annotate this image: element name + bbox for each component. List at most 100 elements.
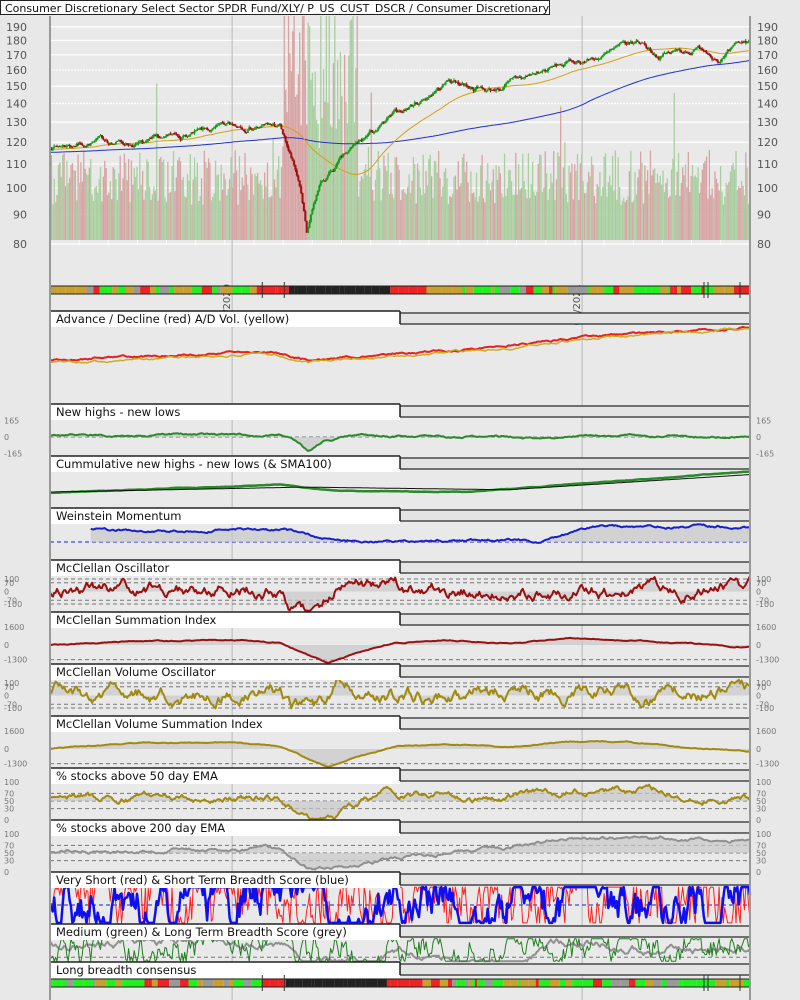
volume-bar bbox=[358, 196, 360, 240]
candle-body bbox=[347, 150, 350, 153]
candle-body bbox=[506, 81, 509, 84]
color-bar-segment bbox=[251, 979, 262, 987]
candle-body bbox=[353, 143, 356, 146]
volume-bar bbox=[278, 156, 280, 240]
candle-body bbox=[701, 48, 704, 51]
color-bar-segment bbox=[379, 286, 391, 294]
volume-bar bbox=[432, 197, 434, 240]
volume-bar bbox=[617, 157, 619, 240]
color-bar-segment bbox=[713, 286, 725, 294]
color-bar-segment bbox=[150, 286, 156, 294]
volume-bar bbox=[172, 151, 175, 240]
volume-bar bbox=[156, 83, 158, 241]
volume-bar bbox=[280, 167, 283, 240]
candle-body bbox=[164, 136, 167, 138]
color-bar-segment bbox=[302, 979, 312, 987]
volume-bar bbox=[609, 175, 611, 240]
candle-body bbox=[643, 42, 646, 45]
candle-body bbox=[316, 190, 319, 195]
color-bar-segment bbox=[533, 286, 542, 294]
color-bar-segment bbox=[288, 286, 295, 294]
candle-body bbox=[618, 43, 621, 46]
volume-bar bbox=[508, 170, 510, 240]
volume-bar bbox=[362, 178, 364, 240]
volume-bar bbox=[397, 164, 399, 240]
candle-body bbox=[392, 110, 395, 114]
volume-bar bbox=[738, 186, 740, 240]
color-bar-segment bbox=[604, 286, 607, 294]
panel-axis-label-left: -100 bbox=[4, 704, 22, 713]
volume-bar bbox=[502, 197, 504, 240]
candle-body bbox=[412, 105, 415, 107]
panel-axis-label-right: 0 bbox=[756, 816, 761, 825]
candle-body bbox=[308, 221, 311, 228]
volume-bar bbox=[56, 194, 58, 240]
color-bar-segment bbox=[108, 286, 113, 294]
volume-bar bbox=[223, 173, 225, 240]
panel-axis-label-right: 70 bbox=[756, 683, 766, 692]
consensus-color-bar bbox=[50, 979, 750, 987]
volume-bar bbox=[729, 171, 732, 240]
candle-body bbox=[387, 117, 390, 119]
color-bar-segment bbox=[631, 979, 636, 987]
candle-body bbox=[569, 59, 572, 61]
candle-body bbox=[604, 53, 607, 55]
volume-bar bbox=[436, 172, 438, 240]
volume-bar bbox=[426, 185, 429, 240]
color-bar-segment bbox=[73, 979, 84, 987]
panel-axis-label-left: 0 bbox=[4, 692, 9, 701]
volume-bar bbox=[526, 198, 528, 240]
volume-bar bbox=[496, 179, 499, 240]
candle-body bbox=[281, 129, 284, 134]
volume-bar bbox=[561, 187, 563, 240]
color-bar-segment bbox=[213, 979, 224, 987]
volume-bar bbox=[435, 161, 437, 240]
volume-bar bbox=[412, 157, 415, 240]
volume-bar bbox=[690, 176, 692, 240]
panel-axis-label-left: 30 bbox=[4, 805, 14, 814]
color-bar-segment bbox=[241, 286, 251, 294]
volume-bar bbox=[217, 174, 220, 240]
volume-bar bbox=[550, 173, 552, 240]
candle-body bbox=[82, 145, 85, 147]
volume-bar bbox=[367, 146, 370, 240]
volume-bar bbox=[355, 68, 357, 240]
candle-body bbox=[314, 200, 317, 204]
volume-bar bbox=[213, 193, 215, 240]
price-axis-label-left: 170 bbox=[6, 49, 27, 62]
candle-body bbox=[176, 134, 179, 136]
candle-body bbox=[649, 48, 652, 51]
volume-bar bbox=[336, 60, 339, 240]
volume-bar bbox=[665, 183, 667, 240]
color-bar-segment bbox=[93, 286, 100, 294]
panel-axis-label-right: 0 bbox=[756, 433, 761, 442]
volume-bar bbox=[503, 153, 506, 240]
candle-body bbox=[660, 56, 663, 58]
candle-body bbox=[514, 76, 517, 78]
candle-body bbox=[269, 123, 272, 125]
volume-bar bbox=[429, 154, 431, 240]
volume-bar bbox=[252, 194, 255, 240]
volume-bar bbox=[731, 165, 733, 240]
volume-bar bbox=[60, 177, 62, 240]
candle-body bbox=[371, 131, 374, 133]
color-bar-segment bbox=[477, 979, 485, 987]
candle-body bbox=[705, 51, 708, 54]
price-axis-label-right: 90 bbox=[757, 208, 771, 221]
volume-bar bbox=[366, 175, 368, 240]
color-bar-segment bbox=[633, 286, 646, 294]
candle-body bbox=[373, 132, 376, 134]
color-bar-segment bbox=[365, 979, 378, 987]
candle-body bbox=[60, 146, 63, 148]
candle-body bbox=[357, 140, 360, 144]
volume-bar bbox=[740, 181, 743, 240]
candle-body bbox=[352, 145, 355, 147]
candle-body bbox=[113, 143, 116, 145]
volume-bar bbox=[425, 171, 427, 240]
color-bar-segment bbox=[405, 286, 409, 294]
color-bar-segment bbox=[491, 286, 495, 294]
color-bar-segment bbox=[452, 286, 463, 294]
volume-bar bbox=[132, 184, 134, 240]
color-bar-segment bbox=[174, 286, 184, 294]
candle-body bbox=[650, 50, 653, 54]
